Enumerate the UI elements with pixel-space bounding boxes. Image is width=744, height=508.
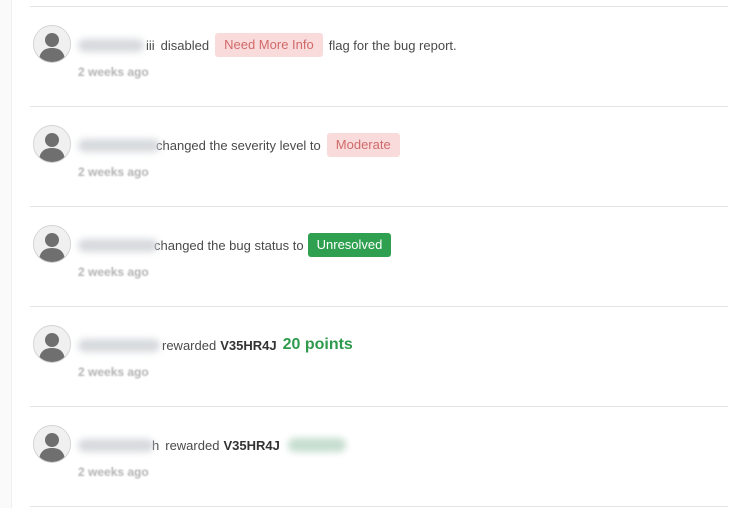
redacted-username[interactable] xyxy=(78,238,158,252)
activity-text: iii disabled Need More Info flag for the… xyxy=(78,33,457,57)
activity-text: changed the severity level to Moderate xyxy=(78,133,406,157)
timestamp: 2 weeks ago xyxy=(78,465,149,479)
user-avatar-icon[interactable] xyxy=(33,325,71,363)
timestamp: 2 weeks ago xyxy=(78,165,149,179)
left-gutter xyxy=(0,0,12,508)
timestamp: 2 weeks ago xyxy=(78,65,149,79)
action-suffix: flag for the bug report. xyxy=(328,37,457,53)
activity-text: rewarded V35HR4J 20 points xyxy=(78,333,353,357)
timestamp: 2 weeks ago xyxy=(78,265,149,279)
activity-text: changed the bug status to Unresolved xyxy=(78,233,392,257)
redacted-username[interactable] xyxy=(78,438,154,452)
user-avatar-icon[interactable] xyxy=(33,125,71,163)
activity-item: iii disabled Need More Info flag for the… xyxy=(30,6,728,105)
activity-item: rewarded V35HR4J 20 points 2 weeks ago xyxy=(30,306,728,405)
severity-badge: Moderate xyxy=(326,133,400,157)
user-avatar-icon[interactable] xyxy=(33,225,71,263)
action-text: changed the severity level to xyxy=(156,137,321,153)
flag-badge: Need More Info xyxy=(215,33,323,57)
status-badge: Unresolved xyxy=(307,233,392,257)
reward-points: 20 points xyxy=(282,336,353,353)
timestamp: 2 weeks ago xyxy=(78,365,149,379)
username-tail[interactable]: iii xyxy=(146,38,155,53)
activity-item: changed the bug status to Unresolved 2 w… xyxy=(30,206,728,305)
reward-code[interactable]: V35HR4J xyxy=(223,438,279,453)
redacted-points xyxy=(287,438,346,452)
user-avatar-icon[interactable] xyxy=(33,25,71,63)
action-text: rewarded xyxy=(162,337,217,353)
activity-feed: iii disabled Need More Info flag for the… xyxy=(0,0,744,508)
redacted-username[interactable] xyxy=(78,338,160,352)
activity-item: changed the severity level to Moderate 2… xyxy=(30,106,728,205)
redacted-username[interactable] xyxy=(78,38,144,52)
reward-code[interactable]: V35HR4J xyxy=(220,338,276,353)
action-text: rewarded xyxy=(165,437,220,453)
user-avatar-icon[interactable] xyxy=(33,425,71,463)
activity-text: h rewarded V35HR4J xyxy=(78,433,346,457)
redacted-username[interactable] xyxy=(78,138,160,152)
activity-item: h rewarded V35HR4J 2 weeks ago xyxy=(30,406,728,505)
action-text: changed the bug status to xyxy=(154,237,304,253)
action-text: disabled xyxy=(160,37,210,53)
divider xyxy=(30,506,728,507)
